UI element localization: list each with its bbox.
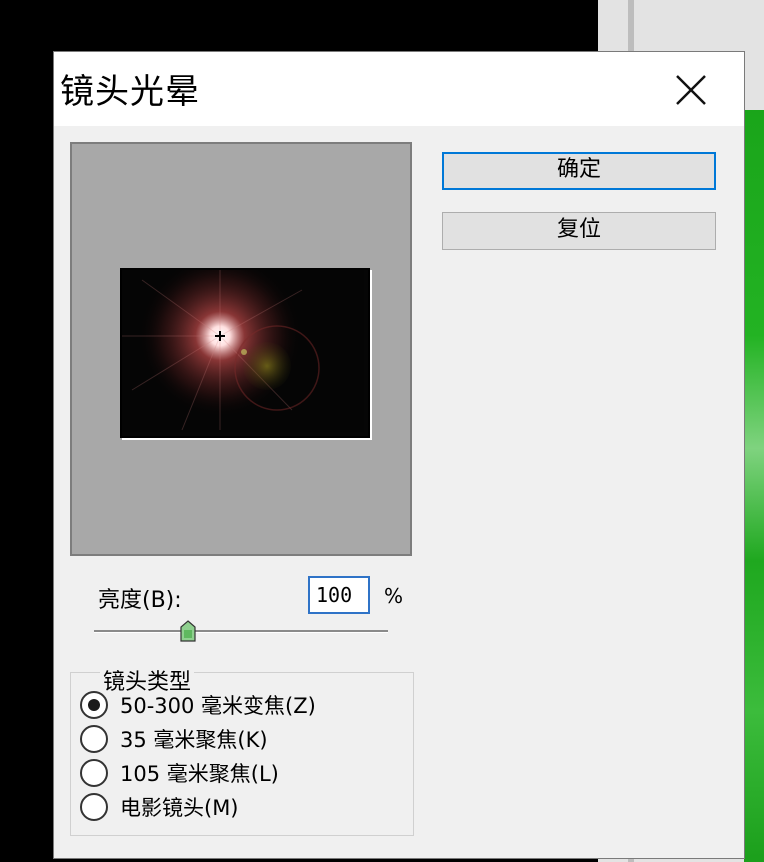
title-bar: 镜头光晕	[54, 52, 744, 126]
close-icon	[676, 75, 706, 105]
lens-option-50-300[interactable]: 50-300 毫米变焦(Z)	[80, 690, 316, 720]
radio-button[interactable]	[80, 793, 108, 821]
percent-unit: %	[384, 584, 404, 608]
preview-image[interactable]	[120, 268, 370, 438]
lens-option-35[interactable]: 35 毫米聚焦(K)	[80, 724, 268, 754]
lens-option-movie-prime[interactable]: 电影镜头(M)	[80, 792, 239, 822]
radio-button[interactable]	[80, 725, 108, 753]
lens-option-105[interactable]: 105 毫米聚焦(L)	[80, 758, 279, 788]
brightness-label: 亮度(B):	[98, 588, 182, 613]
radio-button[interactable]	[80, 759, 108, 787]
lens-option-label: 电影镜头(M)	[120, 796, 239, 820]
background-green-image	[744, 110, 764, 862]
lens-flare-preview	[122, 270, 364, 432]
lens-option-label: 35 毫米聚焦(K)	[120, 728, 268, 752]
radio-selected-dot	[88, 699, 100, 711]
preview-area[interactable]	[70, 142, 412, 556]
brightness-slider-track[interactable]	[94, 630, 388, 633]
lens-option-label: 105 毫米聚焦(L)	[120, 762, 279, 786]
lens-option-label: 50-300 毫米变焦(Z)	[120, 694, 316, 718]
ok-button[interactable]: 确定	[442, 152, 716, 190]
dialog-title: 镜头光晕	[60, 72, 200, 112]
brightness-input[interactable]	[308, 576, 370, 614]
lens-flare-dialog: 镜头光晕 确定 复位 亮度(B): 100 % 镜头类型 50-300 毫米变焦…	[54, 52, 744, 858]
radio-button[interactable]	[80, 691, 108, 719]
close-button[interactable]	[660, 66, 722, 114]
brightness-slider-thumb[interactable]	[180, 620, 196, 642]
reset-button[interactable]: 复位	[442, 212, 716, 250]
